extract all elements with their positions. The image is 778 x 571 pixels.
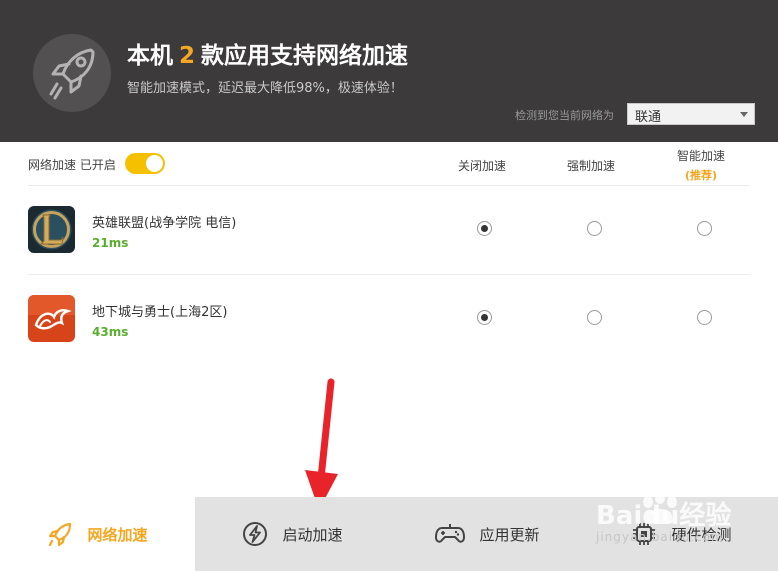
gamepad-icon — [435, 524, 466, 543]
column-header-force: 强制加速 — [566, 159, 615, 173]
tab-label: 启动加速 — [282, 525, 343, 544]
app-window: 本机 2 款应用支持网络加速 智能加速模式，延迟最大降低98%，极速体验！ 检测到您… — [0, 0, 778, 571]
acceleration-toggle-label: 网络加速 已开启 — [28, 158, 116, 172]
league-of-legends-icon — [28, 206, 75, 253]
radio-off-accel[interactable] — [477, 310, 492, 325]
radio-smart-accel[interactable] — [697, 221, 712, 236]
game-ping: 43ms — [92, 325, 129, 339]
radio-force-accel[interactable] — [587, 310, 602, 325]
subtitle: 智能加速模式，延迟最大降低98%，极速体验！ — [127, 81, 403, 96]
network-label: 检测到您当前网络为 — [515, 109, 614, 122]
column-header-recommended: (推荐) — [684, 169, 718, 182]
title-suffix: 款应用支持网络加速 — [201, 43, 409, 69]
rocket-logo — [33, 34, 111, 112]
page-title: 本机 2 款应用支持网络加速 — [127, 36, 408, 70]
network-value: 联通 — [635, 110, 662, 125]
tab-label: 应用更新 — [479, 525, 540, 544]
watermark-brand: Baidu经验 — [596, 500, 731, 531]
lightning-icon — [243, 522, 268, 546]
tab-startup-accel[interactable]: 启动加速 — [195, 497, 390, 571]
column-header-off: 关闭加速 — [457, 159, 506, 173]
game-name: 英雄联盟(战争学院 电信) — [92, 216, 237, 231]
column-header-smart: 智能加速 — [676, 149, 725, 163]
game-ping: 21ms — [92, 236, 129, 250]
radio-off-accel[interactable] — [477, 221, 492, 236]
tab-label: 网络加速 — [87, 525, 148, 544]
rocket-icon — [49, 522, 72, 547]
list-item: 地下城与勇士(上海2区) 43ms — [0, 275, 778, 364]
list-item: 英雄联盟(战争学院 电信) 21ms — [0, 186, 778, 275]
tab-app-update[interactable]: 应用更新 — [390, 497, 585, 571]
network-select[interactable]: 联通 — [627, 103, 755, 125]
baidu-watermark-logo: Baidu经验 — [596, 492, 731, 531]
game-name: 地下城与勇士(上海2区) — [92, 305, 228, 320]
title-prefix: 本机 — [127, 43, 173, 69]
toggle-knob — [146, 155, 163, 172]
annotation-arrow — [305, 378, 338, 510]
tab-network-accel[interactable]: 网络加速 — [0, 497, 195, 571]
dnf-icon — [28, 295, 75, 342]
radio-force-accel[interactable] — [587, 221, 602, 236]
radio-smart-accel[interactable] — [697, 310, 712, 325]
caret-down-icon — [740, 112, 748, 117]
rocket-icon — [49, 48, 95, 100]
app-count: 2 — [179, 43, 196, 69]
acceleration-toggle[interactable] — [125, 153, 165, 174]
watermark-domain: jingyan.baidu.com — [596, 530, 724, 544]
header: 本机 2 款应用支持网络加速 智能加速模式，延迟最大降低98%，极速体验！ 检测到您… — [0, 0, 778, 142]
